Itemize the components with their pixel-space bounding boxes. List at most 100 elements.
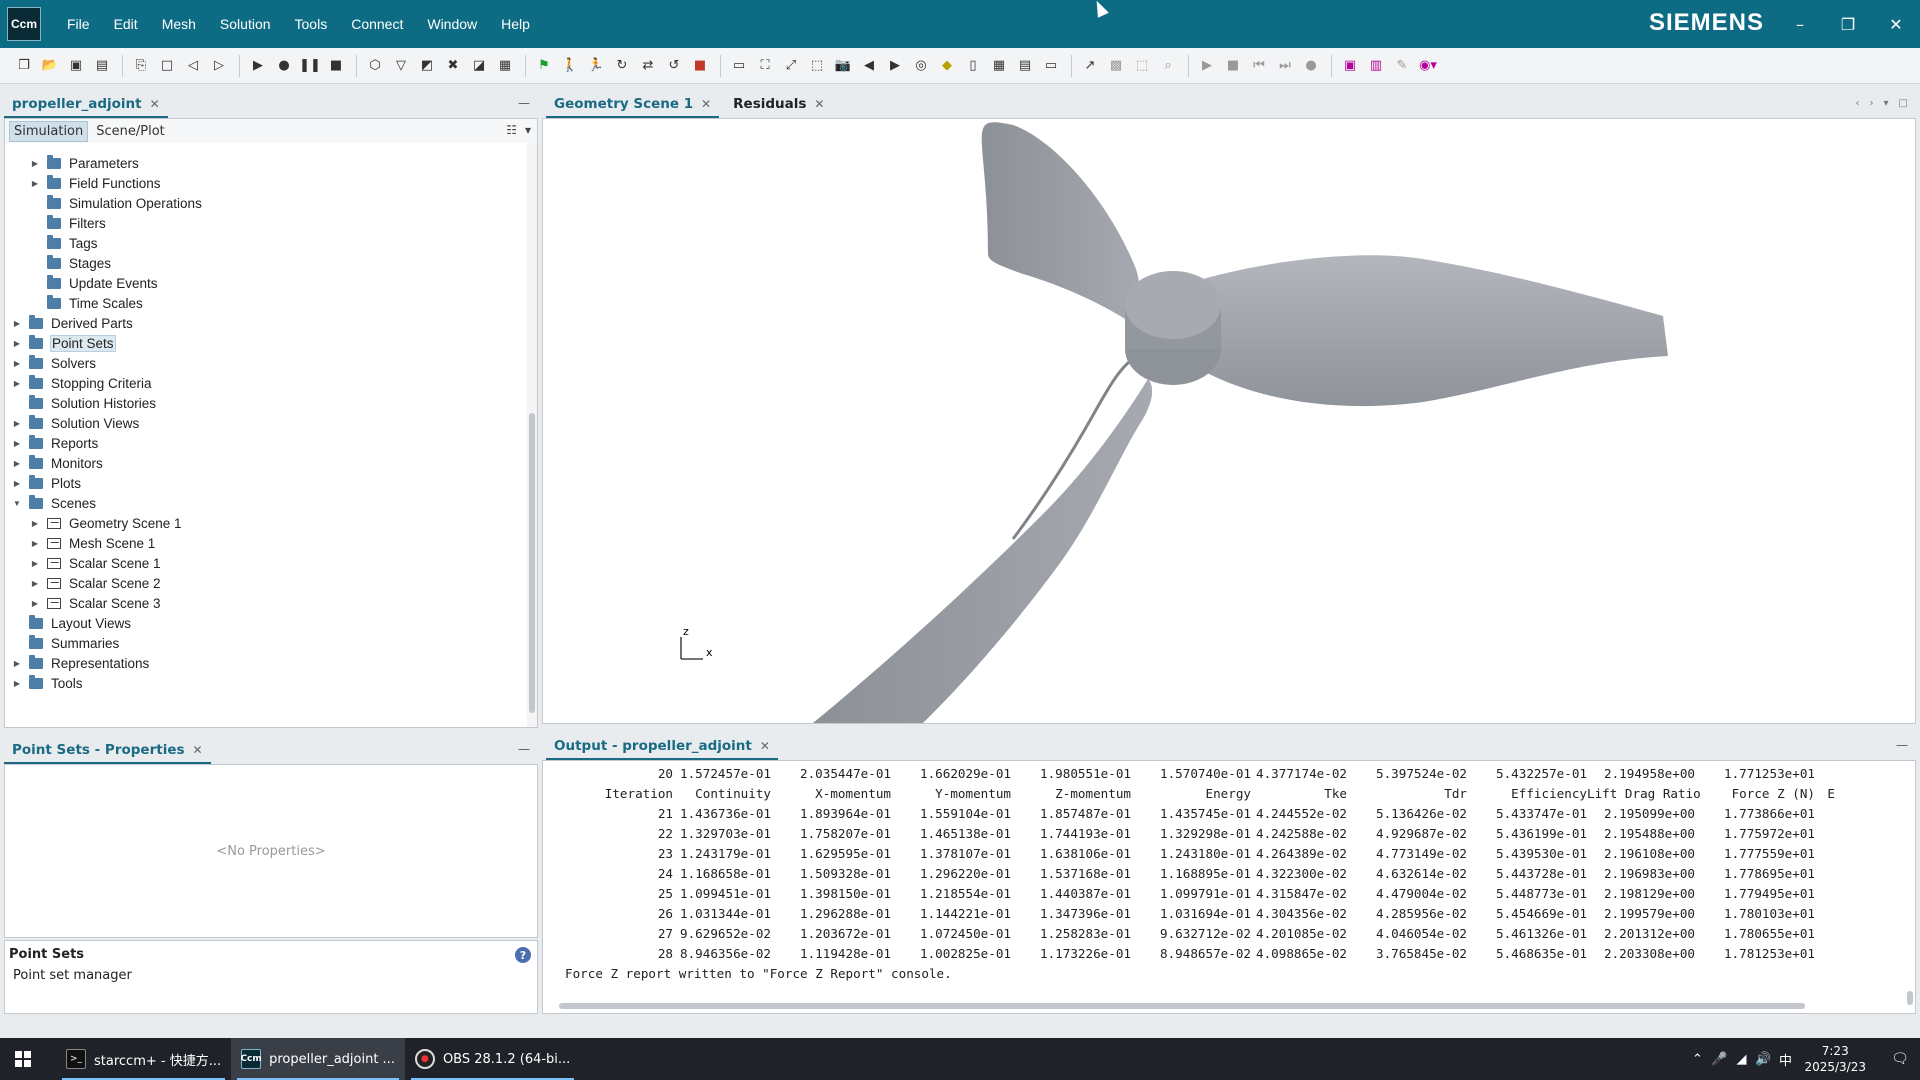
output-horizontal-scrollbar[interactable] [559,1003,1805,1009]
new-simulation-icon[interactable]: ❐ [14,56,34,76]
tab-geometry-scene-1[interactable]: Geometry Scene 1 ✕ [546,92,720,118]
menu-edit[interactable]: Edit [102,16,150,32]
tree-item[interactable]: ▶ Mesh Scene 1 [29,533,155,553]
tree-item[interactable]: ▶ Reports [11,433,98,453]
expand-arrow-icon[interactable]: ▶ [29,179,41,188]
surface-mesh-icon[interactable]: ◪ [469,56,489,76]
tree-item[interactable]: ▶ Field Functions [29,173,161,193]
restore-icon[interactable]: ❐ [1824,0,1872,48]
expand-arrow-icon[interactable]: ▶ [11,379,23,388]
tree-filter-icon[interactable]: ☷ [506,123,517,137]
collapse-arrow-icon[interactable]: ▼ [11,499,23,508]
tree-item[interactable]: ▶ Stopping Criteria [11,373,152,393]
tab-output[interactable]: Output - propeller_adjoint ✕ [546,734,778,760]
plot-zoom-icon[interactable]: ⌕ [1158,56,1178,76]
expand-arrow-icon[interactable]: ▶ [29,559,41,568]
expand-arrow-icon[interactable]: ▶ [29,519,41,528]
display-icon[interactable]: ▭ [1041,56,1061,76]
subtab-scene-plot[interactable]: Scene/Plot [92,122,169,141]
volume-icon[interactable]: 🔊 [1752,1052,1774,1067]
tree-item[interactable]: Solution Histories [11,393,156,413]
save-icon[interactable]: ▣ [66,56,86,76]
tree-item[interactable]: ▶ Parameters [29,153,139,173]
expand-arrow-icon[interactable]: ▶ [11,659,23,668]
tree-item[interactable]: ▶ Point Sets [11,333,116,353]
tree-item[interactable]: ▶ Scalar Scene 3 [29,593,161,613]
step-forward-icon[interactable]: ⏭ [1275,56,1295,76]
layout-icon[interactable]: ▣ [1340,56,1360,76]
redo-icon[interactable]: ▷ [209,56,229,76]
open-icon[interactable]: 📂 [40,56,60,76]
microphone-icon[interactable]: 🎤 [1708,1052,1730,1067]
mesh-icon[interactable]: ◩ [417,56,437,76]
layout-split-icon[interactable]: ▥ [1366,56,1386,76]
stop-animation-icon[interactable]: ■ [1223,56,1243,76]
scrollbar-thumb[interactable] [529,413,535,713]
plot-grid-icon[interactable]: ▩ [1106,56,1126,76]
step-icon[interactable]: ● [274,56,294,76]
sync-icon[interactable]: ⇄ [638,56,658,76]
tree-item[interactable]: Summaries [11,633,119,653]
expand-arrow-icon[interactable]: ▶ [29,599,41,608]
tree-item[interactable]: ▶ Solvers [11,353,96,373]
close-tab-icon[interactable]: ✕ [760,739,770,753]
expand-arrow-icon[interactable]: ▶ [11,359,23,368]
tab-point-sets-properties[interactable]: Point Sets - Properties ✕ [4,738,211,764]
tree-scrollbar[interactable] [527,143,537,727]
starccm-logo-icon[interactable]: Ccm [7,7,41,41]
tree-item[interactable]: Stages [29,253,111,273]
input-method-indicator[interactable]: 中 [1774,1050,1796,1069]
tab-list-dropdown-icon[interactable]: ▾ [1884,98,1889,109]
tree-item[interactable]: ▶ Monitors [11,453,103,473]
close-icon[interactable]: ✕ [1872,0,1920,48]
minimize-icon[interactable]: – [1776,0,1824,48]
run-icon[interactable]: ▶ [248,56,268,76]
geometry-scene-view[interactable]: z x [542,118,1916,724]
grid-icon[interactable]: ▦ [989,56,1009,76]
notifications-icon[interactable]: 🗨 [1880,1051,1920,1067]
expand-arrow-icon[interactable]: ▶ [29,539,41,548]
taskbar-item-propeller-adjoint[interactable]: Ccm propeller_adjoint ... [231,1038,405,1080]
minimize-panel-icon[interactable]: — [1896,738,1908,752]
scroll-tabs-right-icon[interactable]: › [1870,98,1874,109]
subtab-simulation[interactable]: Simulation [9,120,89,142]
expand-arrow-icon[interactable]: ▶ [11,459,23,468]
expand-arrow-icon[interactable]: ▶ [11,319,23,328]
tree-item[interactable]: Layout Views [11,613,131,633]
paste-icon[interactable]: □ [157,56,177,76]
expand-arrow-icon[interactable]: ▶ [11,439,23,448]
taskbar-item-starccm-shortcut[interactable]: >_ starccm+ - 快捷方... [56,1038,231,1080]
tab-propeller-adjoint[interactable]: propeller_adjoint ✕ [4,92,168,118]
close-tab-icon[interactable]: ✕ [193,743,203,757]
save-all-icon[interactable]: ▤ [92,56,112,76]
tree-item[interactable]: ▶ Geometry Scene 1 [29,513,182,533]
volume-mesh-icon[interactable]: ▦ [495,56,515,76]
scroll-tabs-left-icon[interactable]: ‹ [1856,98,1860,109]
zoom-extents-icon[interactable]: ⤢ [781,56,801,76]
output-vertical-scrollbar[interactable] [1907,991,1913,1005]
expand-arrow-icon[interactable]: ▶ [29,159,41,168]
tree-item[interactable]: ▼ Scenes [11,493,96,513]
walk-icon[interactable]: 🚶 [560,56,580,76]
menu-window[interactable]: Window [415,16,489,32]
minimize-panel-icon[interactable]: — [518,96,530,110]
close-tab-icon[interactable]: ✕ [150,97,160,111]
tree-item[interactable]: ▶ Plots [11,473,81,493]
tab-residuals[interactable]: Residuals ✕ [725,92,833,118]
maximize-panel-icon[interactable]: □ [1899,98,1908,109]
step-back-icon[interactable]: ⏮ [1249,56,1269,76]
start-button[interactable] [0,1038,46,1080]
tree-item[interactable]: ▶ Solution Views [11,413,139,433]
show-hidden-icons-icon[interactable]: ⌃ [1686,1052,1708,1067]
mesh-filter-icon[interactable]: ▽ [391,56,411,76]
undo-icon[interactable]: ◁ [183,56,203,76]
network-icon[interactable]: ◢ [1730,1052,1752,1067]
layout-dropdown-icon[interactable]: ◉▾ [1418,56,1438,76]
expand-arrow-icon[interactable]: ▶ [11,419,23,428]
select-icon[interactable]: ⬚ [807,56,827,76]
reset-icon[interactable]: ↺ [664,56,684,76]
menu-connect[interactable]: Connect [339,16,415,32]
tree-item[interactable]: Simulation Operations [29,193,202,213]
tree-item[interactable]: Time Scales [29,293,143,313]
help-icon[interactable]: ? [515,947,531,963]
